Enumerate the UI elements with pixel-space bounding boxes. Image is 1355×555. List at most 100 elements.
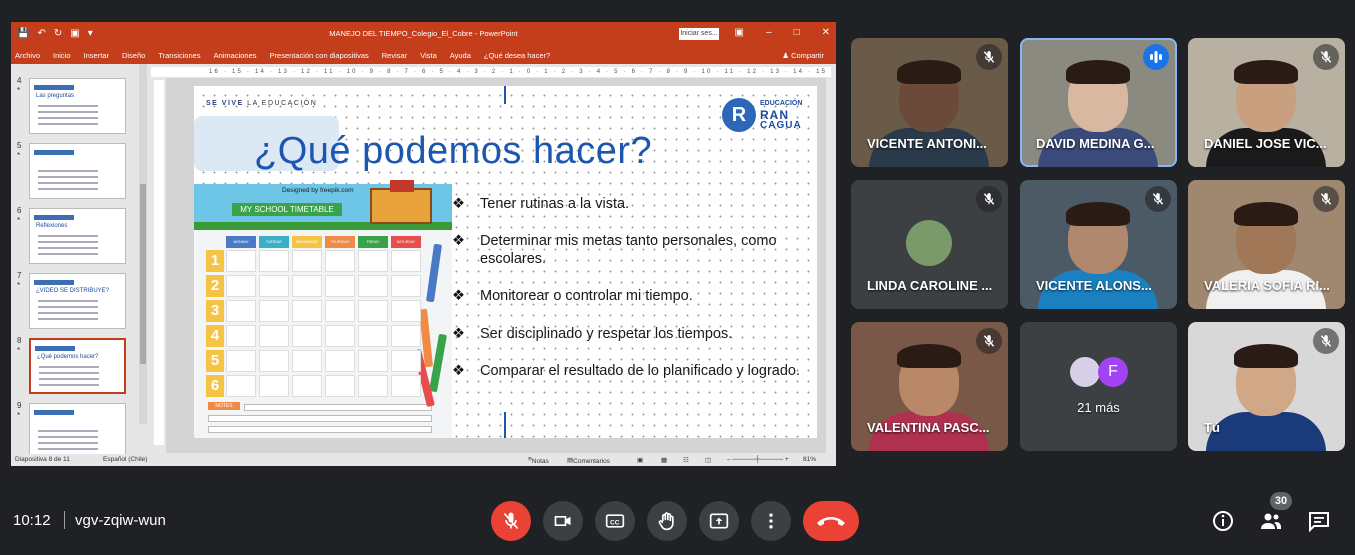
ribbon-tab[interactable]: Presentación con diapositivas (270, 51, 369, 60)
timetable-image: Designed by freepik.com MY SCHOOL TIMETA… (194, 180, 452, 438)
mic-off-icon (976, 186, 1002, 212)
ribbon-tab[interactable]: Revisar (382, 51, 407, 60)
chat-icon[interactable] (1307, 509, 1331, 533)
ribbon-tab[interactable]: Inicio (53, 51, 71, 60)
present-to-all-icon (709, 513, 729, 529)
participant-avatar-letter: F (1098, 357, 1128, 387)
person-icon: ♟ (782, 51, 792, 60)
maximize-icon[interactable]: □ (794, 27, 800, 38)
participant-tile[interactable]: DANIEL JOSE VIC... (1188, 38, 1345, 167)
participant-tile[interactable]: LINDA CAROLINE ... (851, 180, 1008, 309)
normal-view-icon[interactable]: ▣ (637, 456, 643, 464)
participant-name: DANIEL JOSE VIC... (1204, 136, 1327, 151)
bullet-text: Monitorear o controlar mi tiempo. (480, 288, 693, 304)
ribbon-tab[interactable]: Archivo (15, 51, 40, 60)
bullet-diamond-icon: ❖ (452, 326, 465, 342)
ribbon-tab[interactable]: ¿Qué desea hacer? (484, 51, 550, 60)
slide-thumbnail[interactable] (29, 143, 126, 199)
thumbnail-bar (34, 150, 74, 155)
raise-hand-button[interactable] (647, 501, 687, 541)
participant-name: 21 más (1077, 400, 1120, 415)
ribbon-tab[interactable]: Diseño (122, 51, 145, 60)
slide-tagline: SE VIVE LA EDUCACIÓN (206, 100, 317, 107)
people-icon[interactable] (1259, 509, 1283, 533)
thumbnail-line (38, 111, 98, 113)
participant-name: VICENTE ALONS... (1036, 278, 1152, 293)
hand-icon (658, 512, 674, 531)
ribbon-tab[interactable]: Ayuda (450, 51, 471, 60)
share-button[interactable]: ♟ Compartir (782, 51, 824, 60)
logo-line1: EDUCACIÓN (760, 100, 803, 107)
timetable-cell (325, 375, 355, 397)
participant-name: VICENTE ANTONI... (867, 136, 987, 151)
thumbnail-line (38, 442, 98, 444)
logo-circle: R (722, 98, 756, 132)
timetable-cell (358, 250, 388, 272)
meeting-details-icon[interactable] (1211, 509, 1235, 533)
present-now-button[interactable] (699, 501, 739, 541)
minimize-icon[interactable]: – (766, 27, 772, 38)
slide-thumbnail[interactable]: Las preguntas (29, 78, 126, 134)
bullet-item: ❖ Tener rutinas a la vista. (452, 196, 811, 214)
scroll-thumb[interactable] (140, 184, 146, 364)
participant-shirt (1206, 412, 1326, 451)
timetable-period-number: 4 (206, 325, 224, 347)
thumbnail-caption: ¿VIDEO SE DISTRIBUYE? (36, 288, 110, 294)
ribbon-tab[interactable]: Transiciones (158, 51, 200, 60)
slideshow-view-icon[interactable]: ◫ (705, 456, 711, 464)
timetable-cell (259, 250, 289, 272)
slide-thumbnail[interactable]: ¿VIDEO SE DISTRIBUYE? (29, 273, 126, 329)
participant-tile[interactable]: VICENTE ANTONI... (851, 38, 1008, 167)
thumbnail-bar (34, 215, 74, 220)
participant-tile[interactable]: DAVID MEDINA G... (1020, 38, 1177, 167)
pencil-decoration (426, 243, 442, 303)
reading-view-icon[interactable]: ☷ (683, 456, 689, 464)
vertical-ruler (154, 80, 164, 445)
thumbnail-line (38, 176, 98, 178)
thumbnails-scrollbar[interactable] (139, 64, 147, 424)
slide-sorter-icon[interactable]: ▦ (661, 456, 667, 464)
ribbon-display-icon[interactable]: ▣ (735, 27, 744, 38)
microphone-toggle-button[interactable] (491, 501, 531, 541)
meeting-code: vgv-zqiw-wun (75, 512, 166, 529)
ribbon-tab[interactable]: Vista (420, 51, 437, 60)
participant-tile[interactable]: VICENTE ALONS... (1020, 180, 1177, 309)
participant-tile[interactable]: F 21 más (1020, 322, 1177, 451)
zoom-level[interactable]: 81% (803, 456, 816, 463)
timetable-cell (325, 300, 355, 322)
captions-button[interactable]: CC (595, 501, 635, 541)
thumbnail-number: 7 (17, 271, 22, 280)
participant-tile[interactable]: VALENTINA PASC... (851, 322, 1008, 451)
leave-call-button[interactable] (803, 501, 859, 541)
participant-tile[interactable]: Tú (1188, 322, 1345, 451)
thumbnail-bar (34, 280, 74, 285)
timetable-cell (391, 250, 421, 272)
timetable-cell (226, 375, 256, 397)
camera-toggle-button[interactable] (543, 501, 583, 541)
timetable-cell (325, 325, 355, 347)
participant-hair (1066, 202, 1130, 226)
slide-thumbnail[interactable] (29, 403, 126, 459)
participant-tile[interactable]: VALERIA SOFIA RI... (1188, 180, 1345, 309)
zoom-slider[interactable]: – ─────┼───── + (727, 456, 789, 463)
bullet-text: Determinar mis metas tanto personales, c… (480, 233, 777, 267)
close-icon[interactable]: ✕ (822, 27, 830, 38)
more-options-button[interactable] (751, 501, 791, 541)
notes-button[interactable]: ≡ Notas (528, 456, 549, 465)
language-indicator[interactable]: Español (Chile) (103, 456, 147, 463)
signin-button[interactable]: Iniciar ses... (679, 28, 719, 40)
current-slide[interactable]: SE VIVE LA EDUCACIÓN ¿Qué podemos hacer?… (194, 86, 817, 438)
participant-name: Tú (1204, 420, 1220, 435)
slide-thumbnail[interactable]: Reflexiones (29, 208, 126, 264)
bullet-diamond-icon: ❖ (452, 363, 465, 379)
ribbon-tab[interactable]: Animaciones (214, 51, 257, 60)
thumbnail-line (38, 312, 98, 314)
timetable-cell (391, 275, 421, 297)
shared-screen-powerpoint: 💾 ↶ ↻ ▣ ▾ MANEJO DEL TIEMPO_Colegio_El_C… (11, 22, 836, 466)
slide-thumbnail[interactable]: ¿Qué podemos hacer? (29, 338, 126, 394)
timetable-cell (292, 250, 322, 272)
ribbon-tab[interactable]: Insertar (84, 51, 109, 60)
timetable-cell (259, 350, 289, 372)
slide-thumbnails-pane: 4 * Las preguntas 5 * 6 * Reflexiones 7 * ¿VIDEO S… (11, 64, 148, 459)
comments-button[interactable]: ▤ Comentarios (567, 456, 610, 465)
